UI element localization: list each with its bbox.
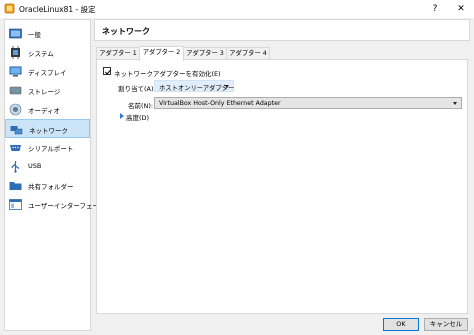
adapter-name-value: VirtualBox Host-Only Ethernet Adapter bbox=[159, 100, 281, 107]
sidebar-item-label: ディスプレイ bbox=[28, 69, 67, 77]
expand-arrow-icon[interactable] bbox=[120, 113, 124, 119]
adapter-name-label: 名前(N): bbox=[128, 102, 154, 110]
title-bar: OracleLinux81 - 設定 ? ✕ bbox=[0, 0, 474, 18]
adapter-panel: ネットワークアダプターを有効化(E) 割り当て(A): ホストオンリーアダプター… bbox=[96, 59, 468, 314]
user-interface-icon bbox=[9, 199, 22, 210]
tab-adapter-2[interactable]: アダプター 2 bbox=[139, 46, 184, 61]
help-button[interactable]: ? bbox=[424, 0, 446, 18]
sidebar-item-audio[interactable]: オーディオ bbox=[5, 100, 90, 119]
virtualbox-app-icon bbox=[4, 3, 15, 14]
usb-icon bbox=[11, 161, 20, 173]
sidebar-item-storage[interactable]: ストレージ bbox=[5, 81, 90, 100]
attached-to-value: ホストオンリーアダプター bbox=[159, 85, 235, 92]
sidebar-item-label: 共有フォルダー bbox=[28, 183, 74, 191]
chevron-down-icon bbox=[225, 85, 229, 88]
sidebar-item-system[interactable]: システム bbox=[5, 43, 90, 62]
adapter-tabs: アダプター 1 アダプター 2 アダプター 3 アダプター 4 bbox=[96, 46, 468, 61]
sidebar-item-label: USB bbox=[28, 162, 42, 170]
sidebar-item-label: シリアルポート bbox=[28, 145, 74, 153]
sidebar-item-usb[interactable]: USB bbox=[5, 157, 90, 176]
window-title: OracleLinux81 - 設定 bbox=[19, 5, 96, 14]
sidebar-item-label: ストレージ bbox=[28, 88, 61, 96]
system-icon bbox=[11, 46, 20, 59]
sidebar-item-display[interactable]: ディスプレイ bbox=[5, 62, 90, 81]
shared-folder-icon bbox=[9, 182, 22, 190]
sidebar-item-label: 一般 bbox=[28, 31, 41, 39]
network-icon bbox=[10, 126, 23, 135]
tab-adapter-1[interactable]: アダプター 1 bbox=[96, 47, 140, 59]
chevron-down-icon bbox=[453, 102, 457, 105]
sidebar-item-user-interface[interactable]: ユーザーインターフェース bbox=[5, 195, 105, 214]
attached-to-label: 割り当て(A): bbox=[118, 85, 156, 93]
attached-to-dropdown[interactable]: ホストオンリーアダプター bbox=[154, 80, 234, 92]
tab-adapter-4[interactable]: アダプター 4 bbox=[226, 47, 270, 59]
settings-sidebar: 一般 システム ディスプレイ ストレージ オーディオ ネットワーク シリアルポー… bbox=[4, 19, 105, 331]
advanced-expander[interactable]: 高度(D) bbox=[126, 112, 149, 122]
adapter-name-dropdown[interactable]: VirtualBox Host-Only Ethernet Adapter bbox=[154, 97, 462, 109]
serial-port-icon bbox=[10, 145, 21, 151]
general-icon bbox=[9, 28, 22, 39]
storage-icon bbox=[9, 86, 22, 95]
enable-adapter-label[interactable]: ネットワークアダプターを有効化(E) bbox=[114, 68, 221, 78]
display-icon bbox=[9, 66, 22, 77]
ok-button[interactable]: OK bbox=[383, 318, 419, 331]
sidebar-item-network[interactable]: ネットワーク bbox=[5, 119, 90, 138]
tab-adapter-3[interactable]: アダプター 3 bbox=[183, 47, 227, 59]
resize-grip-icon[interactable] bbox=[467, 328, 473, 334]
close-button[interactable]: ✕ bbox=[450, 0, 472, 18]
audio-icon bbox=[9, 103, 22, 116]
sidebar-item-serial-port[interactable]: シリアルポート bbox=[5, 138, 90, 157]
checkmark-icon bbox=[104, 69, 112, 75]
sidebar-item-general[interactable]: 一般 bbox=[5, 24, 90, 43]
sidebar-item-label: システム bbox=[28, 50, 54, 58]
sidebar-item-label: ネットワーク bbox=[29, 127, 68, 135]
sidebar-item-label: オーディオ bbox=[28, 107, 61, 115]
settings-main: ネットワーク アダプター 1 アダプター 2 アダプター 3 アダプター 4 ネ… bbox=[94, 19, 470, 315]
page-title: ネットワーク bbox=[102, 27, 150, 36]
sidebar-item-shared-folders[interactable]: 共有フォルダー bbox=[5, 176, 90, 195]
enable-adapter-checkbox[interactable] bbox=[103, 67, 112, 75]
cancel-button[interactable]: キャンセル bbox=[424, 318, 468, 331]
page-header: ネットワーク bbox=[94, 19, 470, 41]
